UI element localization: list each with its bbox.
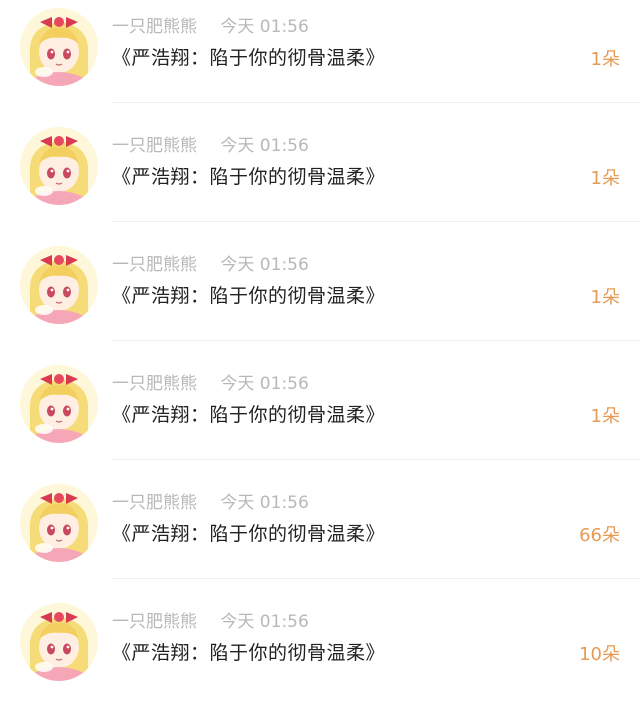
item-title[interactable]: 《严浩翔：陷于你的彻骨温柔》 [112, 283, 385, 309]
username[interactable]: 一只肥熊熊 [112, 255, 197, 275]
item-meta: 一只肥熊熊 今天 01:56 [112, 492, 309, 514]
list-item[interactable]: 一只肥熊熊 今天 01:56 《严浩翔：陷于你的彻骨温柔》 1朵 [0, 0, 640, 119]
anime-girl-avatar-icon [20, 8, 98, 86]
divider [112, 340, 640, 341]
divider [112, 102, 640, 103]
item-title[interactable]: 《严浩翔：陷于你的彻骨温柔》 [112, 164, 385, 190]
divider [112, 221, 640, 222]
anime-girl-avatar-icon [20, 246, 98, 324]
divider [112, 578, 640, 579]
list-item[interactable]: 一只肥熊熊 今天 01:56 《严浩翔：陷于你的彻骨温柔》 1朵 [0, 357, 640, 476]
gift-count: 1朵 [590, 49, 620, 70]
username[interactable]: 一只肥熊熊 [112, 493, 197, 513]
avatar[interactable] [20, 365, 98, 443]
avatar[interactable] [20, 484, 98, 562]
item-meta: 一只肥熊熊 今天 01:56 [112, 135, 309, 157]
item-meta: 一只肥熊熊 今天 01:56 [112, 373, 309, 395]
gift-count: 10朵 [579, 644, 620, 665]
avatar[interactable] [20, 8, 98, 86]
list-item[interactable]: 一只肥熊熊 今天 01:56 《严浩翔：陷于你的彻骨温柔》 66朵 [0, 476, 640, 595]
list-item[interactable]: 一只肥熊熊 今天 01:56 《严浩翔：陷于你的彻骨温柔》 10朵 [0, 595, 640, 714]
timestamp: 今天 01:56 [220, 255, 309, 275]
item-meta: 一只肥熊熊 今天 01:56 [112, 611, 309, 633]
list-item[interactable]: 一只肥熊熊 今天 01:56 《严浩翔：陷于你的彻骨温柔》 1朵 [0, 119, 640, 238]
avatar[interactable] [20, 246, 98, 324]
timestamp: 今天 01:56 [220, 374, 309, 394]
gift-count: 66朵 [579, 525, 620, 546]
gift-count: 1朵 [590, 168, 620, 189]
timestamp: 今天 01:56 [220, 17, 309, 37]
timestamp: 今天 01:56 [220, 612, 309, 632]
avatar[interactable] [20, 603, 98, 681]
list-item[interactable]: 一只肥熊熊 今天 01:56 《严浩翔：陷于你的彻骨温柔》 1朵 [0, 238, 640, 357]
anime-girl-avatar-icon [20, 484, 98, 562]
anime-girl-avatar-icon [20, 603, 98, 681]
item-title[interactable]: 《严浩翔：陷于你的彻骨温柔》 [112, 521, 385, 547]
item-title[interactable]: 《严浩翔：陷于你的彻骨温柔》 [112, 640, 385, 666]
anime-girl-avatar-icon [20, 365, 98, 443]
timestamp: 今天 01:56 [220, 493, 309, 513]
item-meta: 一只肥熊熊 今天 01:56 [112, 254, 309, 276]
item-title[interactable]: 《严浩翔：陷于你的彻骨温柔》 [112, 45, 385, 71]
username[interactable]: 一只肥熊熊 [112, 17, 197, 37]
username[interactable]: 一只肥熊熊 [112, 612, 197, 632]
timestamp: 今天 01:56 [220, 136, 309, 156]
gift-count: 1朵 [590, 287, 620, 308]
item-meta: 一只肥熊熊 今天 01:56 [112, 16, 309, 38]
divider [112, 459, 640, 460]
anime-girl-avatar-icon [20, 127, 98, 205]
username[interactable]: 一只肥熊熊 [112, 136, 197, 156]
avatar[interactable] [20, 127, 98, 205]
item-title[interactable]: 《严浩翔：陷于你的彻骨温柔》 [112, 402, 385, 428]
gift-count: 1朵 [590, 406, 620, 427]
username[interactable]: 一只肥熊熊 [112, 374, 197, 394]
gift-record-list: 一只肥熊熊 今天 01:56 《严浩翔：陷于你的彻骨温柔》 1朵 一只肥熊熊 今… [0, 0, 640, 693]
